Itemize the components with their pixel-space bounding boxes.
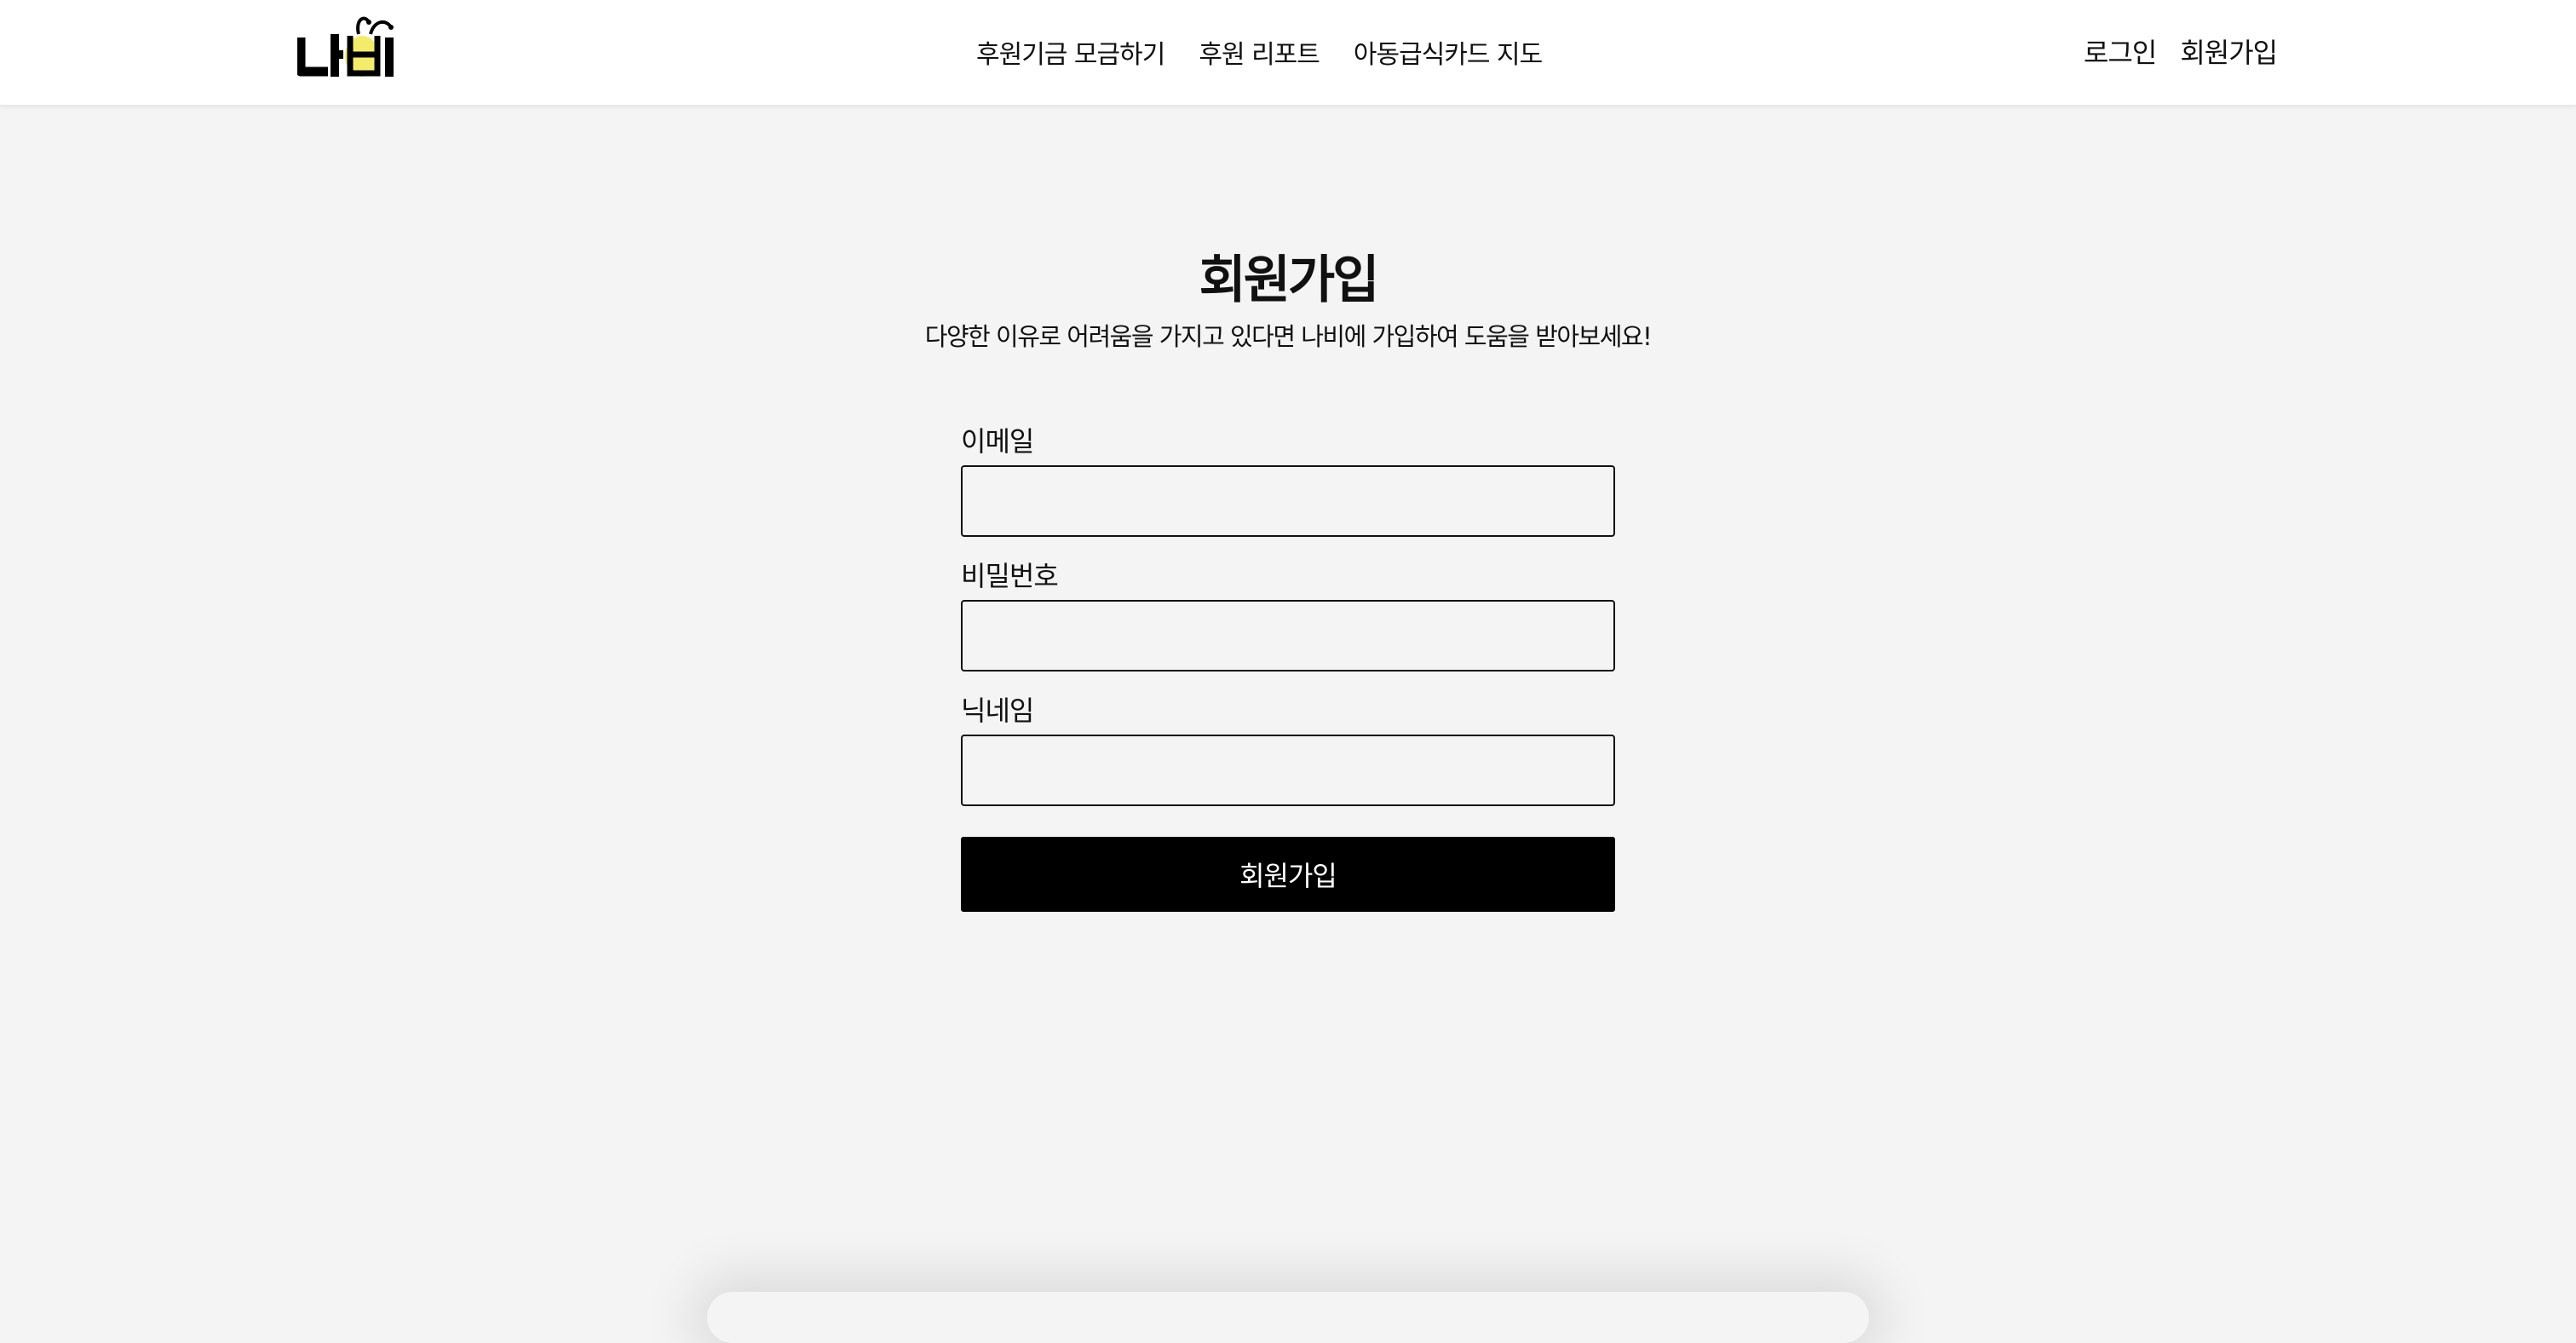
main-nav: 후원기금 모금하기 후원 리포트 아동급식카드 지도 bbox=[976, 29, 1543, 75]
nabi-logo-icon bbox=[296, 16, 394, 77]
email-label: 이메일 bbox=[961, 425, 1034, 458]
bottom-panel-shadow bbox=[707, 1292, 1869, 1343]
nickname-label: 닉네임 bbox=[961, 695, 1034, 727]
nav-item-report[interactable]: 후원 리포트 bbox=[1199, 33, 1320, 71]
nav-item-meal-card-map[interactable]: 아동급식카드 지도 bbox=[1354, 33, 1543, 71]
auth-links: 로그인 회원가입 bbox=[2084, 27, 2278, 75]
signup-submit-button[interactable]: 회원가입 bbox=[961, 837, 1615, 912]
page-subtitle: 다양한 이유로 어려움을 가지고 있다면 나비에 가입하여 도움을 받아보세요! bbox=[924, 322, 1653, 351]
signup-link[interactable]: 회원가입 bbox=[2180, 32, 2278, 71]
signup-page: 회원가입 다양한 이유로 어려움을 가지고 있다면 나비에 가입하여 도움을 받… bbox=[0, 106, 2576, 1307]
password-field[interactable] bbox=[961, 600, 1615, 672]
login-link[interactable]: 로그인 bbox=[2084, 32, 2157, 71]
page-title: 회원가입 bbox=[1199, 251, 1380, 310]
nav-item-fundraising[interactable]: 후원기금 모금하기 bbox=[976, 33, 1165, 71]
signup-form: 이메일 비밀번호 닉네임 회원가입 bbox=[961, 421, 1615, 912]
nickname-field[interactable] bbox=[961, 735, 1615, 806]
email-field[interactable] bbox=[961, 465, 1615, 537]
password-label: 비밀번호 bbox=[961, 560, 1059, 592]
nabi-logo[interactable] bbox=[296, 12, 400, 82]
site-header: 후원기금 모금하기 후원 리포트 아동급식카드 지도 로그인 회원가입 bbox=[0, 0, 2576, 106]
